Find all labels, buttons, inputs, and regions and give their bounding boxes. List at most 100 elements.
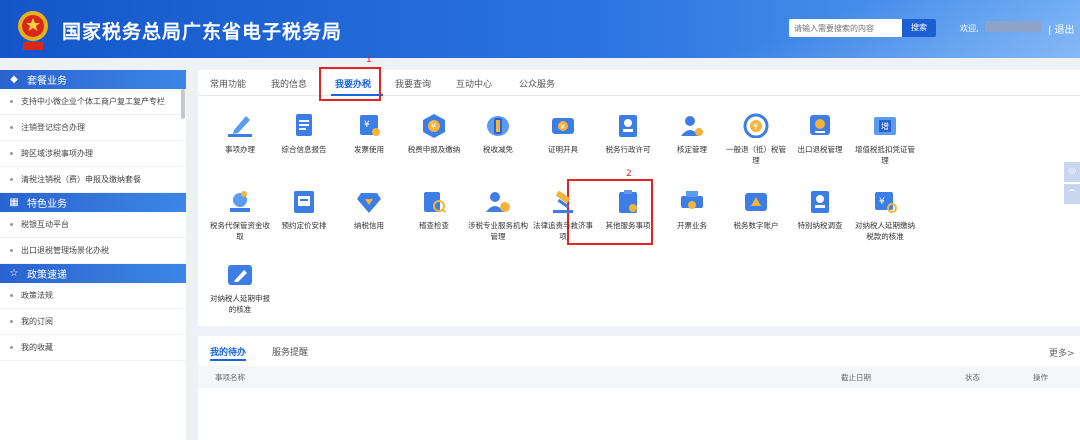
function-item[interactable]: 出口退税管理 — [788, 112, 852, 155]
username-redacted — [985, 21, 1041, 32]
todo-panel: 我的待办 服务提醒 更多> 事项名称 截止日期 状态 操作 — [198, 336, 1080, 440]
function-item[interactable]: 税收减免 — [466, 112, 530, 155]
gavel-icon — [549, 188, 577, 214]
function-item[interactable]: 其他服务事项 — [596, 188, 660, 231]
function-item[interactable]: 稽查检查 — [402, 188, 466, 231]
tax-declare-icon: ¥ — [420, 112, 448, 138]
function-item[interactable]: 涉税专业服务机构管理 — [466, 188, 530, 242]
function-item[interactable]: 核定管理 — [660, 112, 724, 155]
function-item[interactable]: 纳税信用 — [337, 188, 401, 231]
bullet-icon — [10, 346, 13, 349]
money-bag-icon — [226, 188, 254, 214]
tab-common[interactable]: 常用功能 — [210, 77, 246, 90]
bullet-icon — [10, 249, 13, 252]
sidebar-item[interactable]: 清税注销税（费）申报及缴纳套餐 — [0, 167, 186, 193]
sidebar-item[interactable]: 我的订阅 — [0, 309, 186, 335]
search-input[interactable] — [789, 19, 902, 37]
function-item[interactable]: 对纳税人延期申报的核准 — [208, 261, 272, 315]
function-label: 法律追责与救济事项 — [533, 221, 593, 241]
annotation-1: 1 — [366, 55, 372, 65]
export-icon — [806, 112, 834, 138]
sidebar-item[interactable]: 出口退税管理场景化办税 — [0, 238, 186, 264]
sidebar-group-title: 政策速递 — [27, 270, 67, 281]
sidebar-item[interactable]: 支持中小微企业个体工商户复工复产专栏 — [0, 89, 186, 115]
function-item[interactable]: ¥ 一般退（抵）税管理 — [724, 112, 788, 166]
diamond-icon — [355, 188, 383, 214]
todo-table-header: 事项名称 截止日期 状态 操作 — [198, 366, 1080, 388]
function-item[interactable]: 特别纳税调查 — [788, 188, 852, 231]
pen-icon — [226, 112, 254, 138]
function-item[interactable]: ¥ 发票使用 — [337, 112, 401, 155]
coin-stack-icon — [484, 112, 512, 138]
printer-icon — [678, 188, 706, 214]
schedule-icon — [290, 188, 318, 214]
svg-text:¥: ¥ — [561, 123, 566, 131]
sidebar: ◆ 套餐业务 支持中小微企业个体工商户复工复产专栏 注销登记综合办理 跨区域涉税… — [0, 70, 186, 440]
sidebar-group-header[interactable]: ◆ 套餐业务 — [0, 70, 186, 89]
function-label: 纳税信用 — [354, 221, 384, 230]
function-item[interactable]: 开票业务 — [660, 188, 724, 231]
function-item[interactable]: 税务行政许可 — [596, 112, 660, 155]
function-item[interactable]: 综合信息报告 — [272, 112, 336, 155]
logout-link[interactable]: | 退出 — [1048, 21, 1075, 36]
function-label: 开票业务 — [677, 221, 707, 230]
function-label: 增值税抵扣凭证管理 — [855, 145, 915, 165]
function-label: 特别纳税调查 — [797, 221, 843, 230]
search-button[interactable]: 搜索 — [902, 19, 936, 37]
agency-icon — [484, 188, 512, 214]
edit-tag-icon — [226, 261, 254, 287]
function-label: 税务代保管资金收取 — [210, 221, 270, 241]
svg-text:¥: ¥ — [879, 197, 885, 207]
sidebar-item[interactable]: 注销登记综合办理 — [0, 115, 186, 141]
annotation-2: 2 — [626, 169, 632, 179]
function-item[interactable]: 预约定价安排 — [272, 188, 336, 231]
bullet-icon — [10, 126, 13, 129]
sidebar-item[interactable]: 跨区域涉税事项办理 — [0, 141, 186, 167]
sidebar-item-label: 我的订阅 — [21, 317, 53, 326]
function-label: 出口退税管理 — [797, 145, 843, 154]
tab-service-reminder[interactable]: 服务提醒 — [272, 345, 308, 358]
tab-my-info[interactable]: 我的信息 — [271, 77, 307, 90]
back-to-top-icon[interactable]: ⌃ — [1064, 184, 1080, 204]
more-link[interactable]: 更多> — [1049, 346, 1075, 359]
function-label: 事项办理 — [225, 145, 255, 154]
bullet-icon — [10, 294, 13, 297]
feedback-float-icon[interactable]: ☼ — [1064, 162, 1080, 182]
top-header: 国家税务总局广东省电子税务局 搜索 欢迎, | 退出 — [0, 0, 1080, 58]
national-emblem-icon — [18, 11, 48, 50]
tab-interaction[interactable]: 互动中心 — [456, 77, 492, 90]
function-item[interactable]: 法律追责与救济事项 — [531, 188, 595, 242]
sidebar-group-header[interactable]: ▦ 特色业务 — [0, 193, 186, 212]
svg-text:¥: ¥ — [431, 122, 436, 131]
highlight-box-tab — [319, 67, 381, 101]
tab-my-todo[interactable]: 我的待办 — [210, 345, 246, 358]
function-item[interactable]: 事项办理 — [208, 112, 272, 155]
function-item[interactable]: 税务数字账户 — [724, 188, 788, 231]
grid-icon: ▦ — [9, 197, 19, 208]
site-title: 国家税务总局广东省电子税务局 — [62, 21, 343, 43]
bullet-icon — [10, 223, 13, 226]
welcome-text: 欢迎, — [960, 24, 979, 33]
col-deadline: 截止日期 — [841, 373, 871, 382]
function-item[interactable]: ¥ 对纳税人延期缴纳税款的核准 — [853, 188, 917, 242]
col-actions: 操作 — [1033, 373, 1048, 382]
bullet-icon — [10, 178, 13, 181]
approve-icon: ¥ — [871, 188, 899, 214]
function-item[interactable]: 税务代保管资金收取 — [208, 188, 272, 242]
function-item[interactable]: ¥ 税费申报及缴纳 — [402, 112, 466, 155]
function-item[interactable]: ¥ 证明开具 — [531, 112, 595, 155]
function-label: 稽查检查 — [419, 221, 449, 230]
function-item[interactable]: 增 增值税抵扣凭证管理 — [853, 112, 917, 166]
tab-public-service[interactable]: 公众服务 — [519, 77, 555, 90]
sidebar-item[interactable]: 税银互动平台 — [0, 212, 186, 238]
sidebar-group-header[interactable]: ☆ 政策速递 — [0, 264, 186, 283]
sidebar-item[interactable]: 我的收藏 — [0, 335, 186, 361]
sidebar-item[interactable]: 政策法规 — [0, 283, 186, 309]
tab-query[interactable]: 我要查询 — [395, 77, 431, 90]
svg-text:¥: ¥ — [364, 120, 370, 130]
function-label: 税费申报及缴纳 — [407, 145, 461, 154]
sidebar-scrollbar[interactable] — [181, 89, 185, 119]
function-label: 预约定价安排 — [281, 221, 327, 230]
function-label: 证明开具 — [548, 145, 578, 154]
function-label: 税务行政许可 — [605, 145, 651, 154]
